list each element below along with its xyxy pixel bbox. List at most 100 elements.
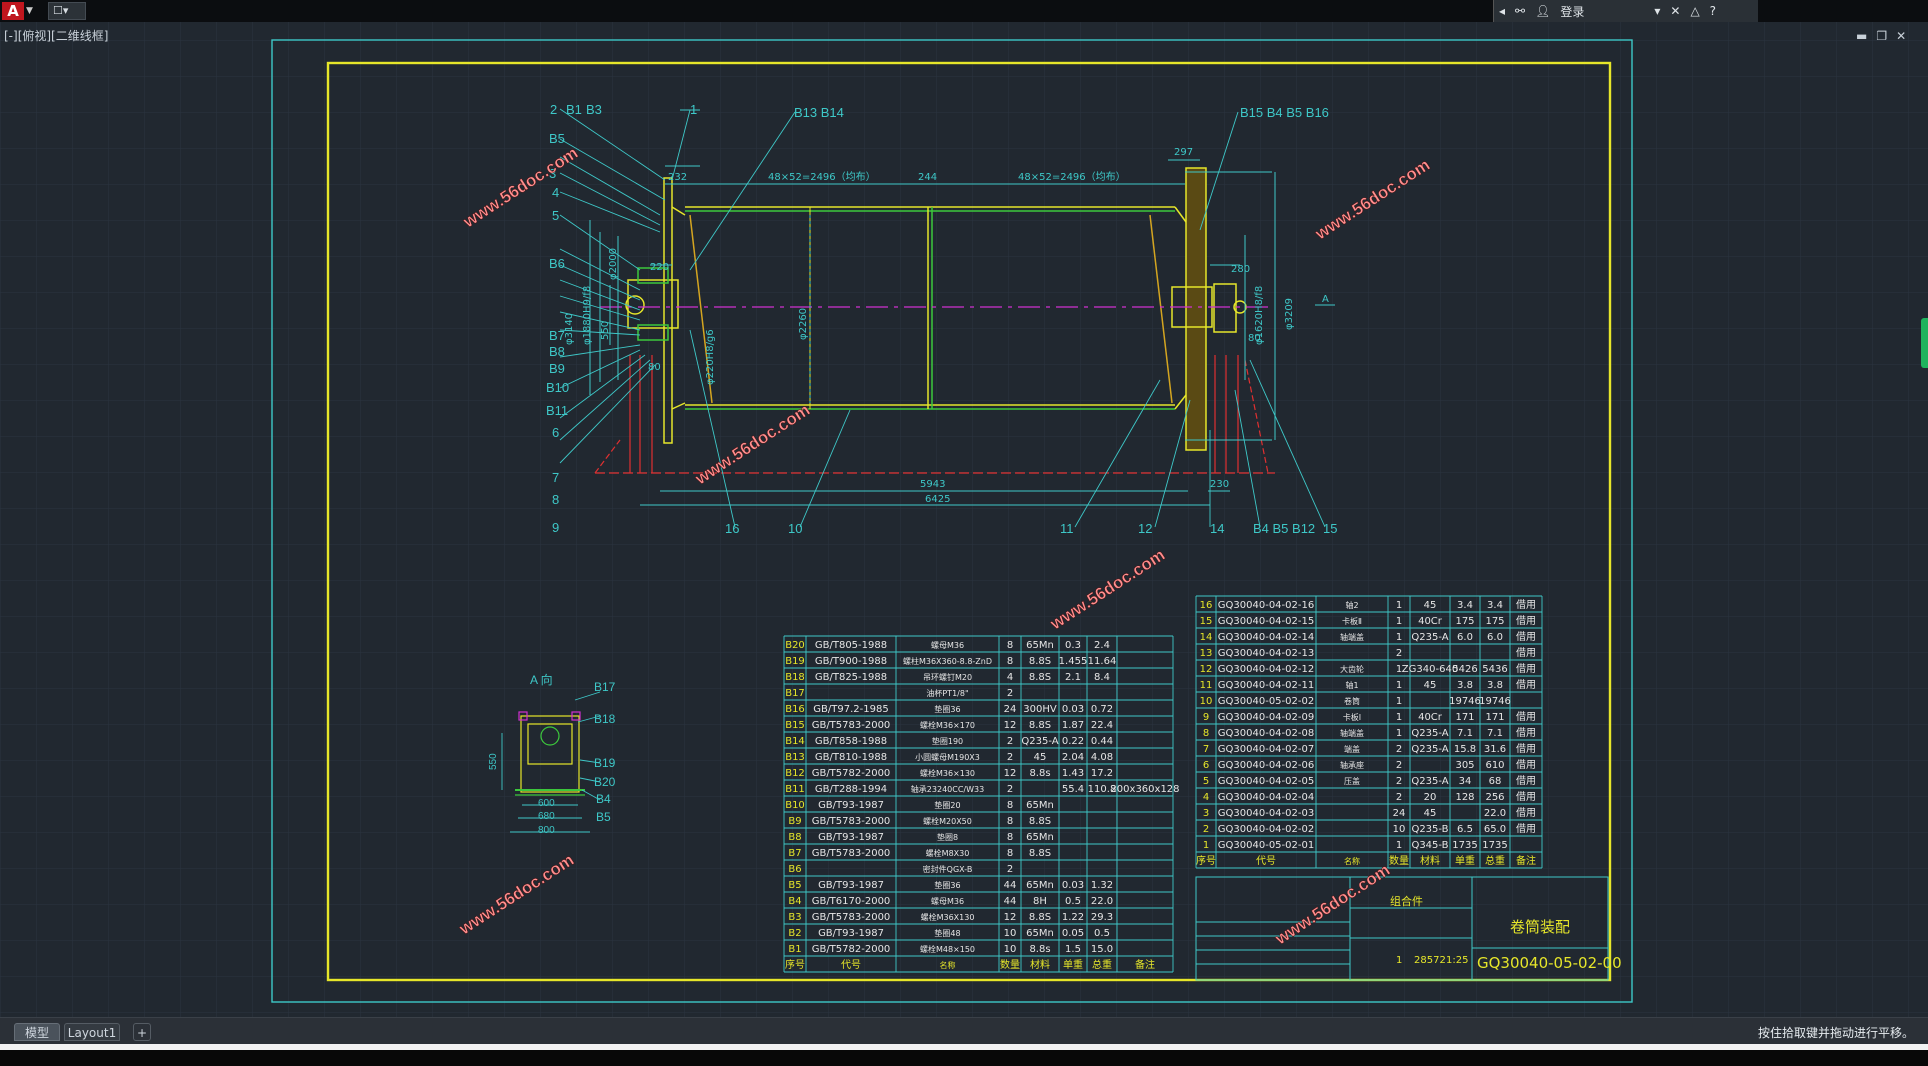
part-cell: 6.0 <box>1487 632 1503 643</box>
svg-text:φ1880H9/f8: φ1880H9/f8 <box>582 286 593 345</box>
binoculars-icon[interactable]: ⚯ <box>1510 4 1530 18</box>
std-part-cell: 0.72 <box>1091 704 1113 715</box>
part-cell: GQ30040-04-02-05 <box>1218 776 1314 787</box>
tab-layout1[interactable]: Layout1 <box>64 1023 120 1041</box>
svg-text:B11: B11 <box>546 403 568 418</box>
part-cell: 19746 <box>1449 696 1481 707</box>
sign-in-button[interactable]: 登录 <box>1555 3 1589 20</box>
svg-text:φ2000: φ2000 <box>608 248 619 280</box>
part-cell: 31.6 <box>1484 744 1506 755</box>
std-part-cell: 300HV <box>1023 704 1057 715</box>
std-part-header-cell: 总重 <box>1092 958 1112 971</box>
part-cell: 轴承座 <box>1340 760 1364 770</box>
part-cell: Q345-B <box>1411 840 1448 851</box>
part-cell: 借用 <box>1516 711 1536 723</box>
viewport-controls-label[interactable]: [-][俯视][二维线框] <box>4 27 108 44</box>
std-part-cell: 垫圈36 <box>934 880 960 890</box>
svg-text:φ220H8/g6: φ220H8/g6 <box>705 329 716 385</box>
svg-text:B19: B19 <box>594 756 616 770</box>
svg-text:244: 244 <box>918 172 937 183</box>
std-part-cell: GB/T5783-2000 <box>812 848 891 859</box>
std-part-cell: 8.8s <box>1029 768 1050 779</box>
drawing-canvas[interactable]: 48×52=2496（均布） 244 48×52=2496（均布） 297 23… <box>0 22 1928 1017</box>
svg-text:800: 800 <box>538 825 555 836</box>
part-cell: 9 <box>1203 712 1209 723</box>
quick-access-toolbar[interactable]: ☐▾ <box>48 2 86 20</box>
part-cell: 卡板Ⅱ <box>1342 616 1362 626</box>
std-part-header-cell: 序号 <box>785 958 805 971</box>
svg-text:2: 2 <box>550 102 557 117</box>
part-header-cell: 材料 <box>1420 854 1440 867</box>
std-part-cell: GB/T805-1988 <box>815 640 887 651</box>
part-cell: 68 <box>1489 776 1502 787</box>
std-part-cell: 2 <box>1007 752 1013 763</box>
std-part-cell: 11.64 <box>1088 656 1117 667</box>
std-part-header-cell: 单重 <box>1063 958 1083 971</box>
std-part-cell: 0.5 <box>1065 896 1081 907</box>
part-cell: 1 <box>1396 600 1402 611</box>
a360-icon[interactable]: △ <box>1685 4 1704 18</box>
svg-text:B4 B5 B12: B4 B5 B12 <box>1253 521 1315 536</box>
part-cell: 20 <box>1424 792 1437 803</box>
std-part-cell: 8 <box>1007 832 1013 843</box>
exchange-icon[interactable]: ✕ <box>1665 4 1685 18</box>
std-part-cell: 200x360x128 <box>1110 784 1179 795</box>
std-part-header-cell: 数量 <box>1000 958 1020 971</box>
std-part-cell: 1.455 <box>1059 656 1088 667</box>
part-header-cell: 序号 <box>1196 854 1216 867</box>
search-arrow-icon[interactable]: ◂ <box>1494 4 1510 18</box>
part-cell: 24 <box>1393 808 1406 819</box>
part-cell: 借用 <box>1516 775 1536 787</box>
part-cell: 14 <box>1200 632 1213 643</box>
svg-text:7: 7 <box>552 470 559 485</box>
std-part-cell: GB/T93-1987 <box>818 880 884 891</box>
help-icon[interactable]: ? <box>1705 4 1721 18</box>
std-part-cell: B1 <box>788 944 801 955</box>
part-cell: 15 <box>1200 616 1213 627</box>
part-cell: 11 <box>1200 680 1213 691</box>
svg-text:550: 550 <box>600 321 611 340</box>
std-part-cell: 10 <box>1004 944 1017 955</box>
std-part-cell: B6 <box>788 864 801 875</box>
restore-icon[interactable]: ❐ <box>1876 29 1887 43</box>
part-cell: ZG340-640 <box>1402 664 1458 675</box>
std-part-cell: 1.43 <box>1062 768 1084 779</box>
dropdown-icon[interactable]: ▾ <box>1649 4 1665 18</box>
svg-text:5: 5 <box>552 208 559 223</box>
close-icon[interactable]: ✕ <box>1896 29 1906 43</box>
std-part-cell: 15.0 <box>1091 944 1113 955</box>
part-cell: 1 <box>1396 840 1402 851</box>
std-part-cell: 65Mn <box>1026 800 1054 811</box>
part-cell: 借用 <box>1516 679 1536 691</box>
add-layout-button[interactable]: + <box>133 1023 151 1041</box>
part-cell: 40Cr <box>1418 616 1443 627</box>
part-cell: 175 <box>1485 616 1504 627</box>
part-cell: GQ30040-04-02-06 <box>1218 760 1314 771</box>
part-cell: 3.4 <box>1457 600 1473 611</box>
part-cell: 借用 <box>1516 727 1536 739</box>
part-cell: GQ30040-05-02-02 <box>1218 696 1314 707</box>
application-menu-button[interactable]: A ▼ <box>2 2 36 20</box>
part-cell: 5 <box>1203 776 1209 787</box>
title-bar: A ▼ ☐▾ ◂ ⚯ 👤︎ 登录 ▾ ✕ △ ? <box>0 0 1928 22</box>
svg-text:B18: B18 <box>594 712 616 726</box>
std-part-cell: 0.3 <box>1065 640 1081 651</box>
layout-tab-bar: 模型 Layout1 + 按住拾取键并拖动进行平移。 <box>0 1017 1928 1044</box>
std-part-cell: 8.8S <box>1029 656 1051 667</box>
navigation-bar-tab[interactable] <box>1921 318 1928 368</box>
std-part-cell: B15 <box>785 720 805 731</box>
std-part-cell: 垫圈48 <box>934 928 960 938</box>
std-part-cell: GB/T93-1987 <box>818 800 884 811</box>
std-part-cell: GB/T5782-2000 <box>812 768 891 779</box>
std-part-cell: 65Mn <box>1026 880 1054 891</box>
tab-model[interactable]: 模型 <box>14 1023 60 1041</box>
std-part-cell: B16 <box>785 704 805 715</box>
std-part-cell: GB/T97.2-1985 <box>813 704 888 715</box>
minimize-icon[interactable]: ▬ <box>1856 29 1867 43</box>
std-part-cell: B7 <box>788 848 801 859</box>
svg-text:1: 1 <box>690 102 697 117</box>
part-cell: 10 <box>1200 696 1213 707</box>
part-cell: 5436 <box>1482 664 1507 675</box>
std-part-cell: 2 <box>1007 864 1013 875</box>
part-cell: 1735 <box>1482 840 1507 851</box>
